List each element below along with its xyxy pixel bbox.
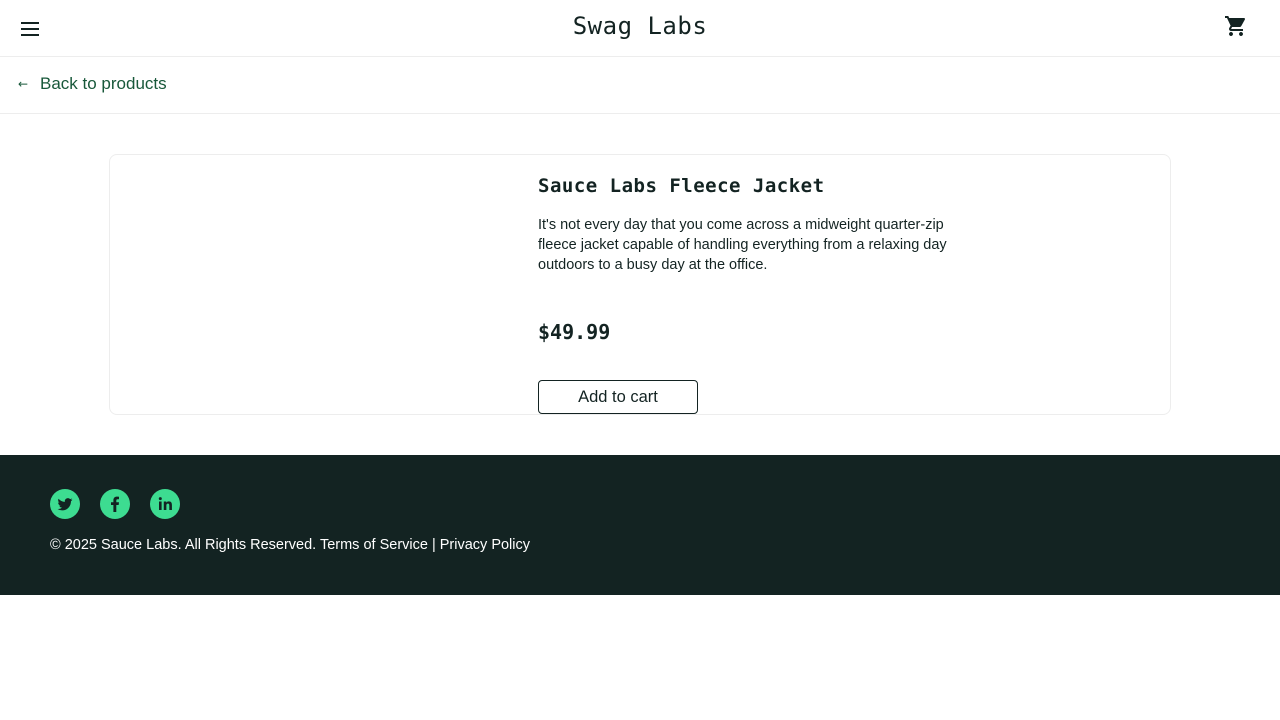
footer: © 2025 Sauce Labs. All Rights Reserved. …: [0, 455, 1280, 595]
back-to-products-link[interactable]: ← Back to products: [18, 74, 167, 94]
shopping-cart-icon[interactable]: [1224, 14, 1248, 38]
product-image: [110, 155, 510, 414]
facebook-icon[interactable]: [100, 489, 130, 519]
product-description: It's not every day that you come across …: [538, 217, 947, 273]
back-to-products-label: Back to products: [40, 74, 167, 93]
product-details-card: Sauce Labs Fleece Jacket It's not every …: [109, 154, 1171, 415]
app-logo-title: Swag Labs: [572, 12, 708, 40]
linkedin-icon[interactable]: [150, 489, 180, 519]
product-price: $49.99: [538, 320, 611, 344]
arrow-left-icon: ←: [18, 77, 29, 91]
primary-header: Swag Labs: [0, 0, 1280, 57]
footer-copyright: © 2025 Sauce Labs. All Rights Reserved. …: [50, 537, 531, 553]
add-to-cart-button[interactable]: Add to cart: [538, 380, 698, 414]
twitter-icon[interactable]: [50, 489, 80, 519]
product-name: Sauce Labs Fleece Jacket: [538, 175, 825, 197]
secondary-header: ← Back to products: [0, 57, 1280, 114]
